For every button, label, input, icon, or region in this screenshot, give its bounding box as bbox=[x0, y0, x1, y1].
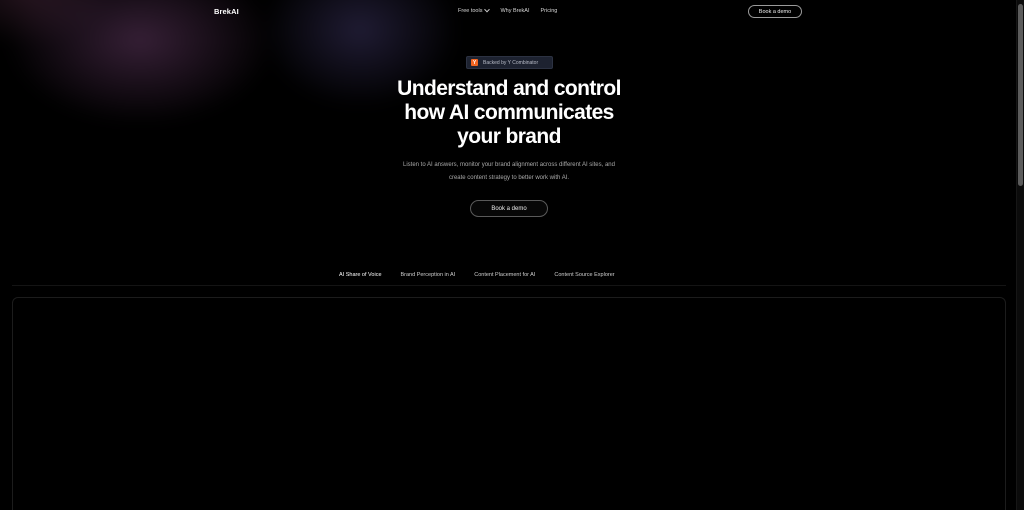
tab-ai-share-of-voice[interactable]: AI Share of Voice bbox=[333, 268, 388, 286]
chevron-down-icon bbox=[484, 6, 491, 13]
scrollbar-thumb[interactable] bbox=[1018, 4, 1023, 186]
tab-content-source-explorer[interactable]: Content Source Explorer bbox=[548, 268, 620, 285]
tabs-divider bbox=[12, 285, 1006, 286]
page: BrekAI Free tools Why BrekAI Pricing Boo… bbox=[0, 0, 1024, 510]
ycombinator-badge[interactable]: Y Backed by Y Combinator bbox=[466, 56, 553, 69]
vertical-scrollbar[interactable] bbox=[1016, 0, 1024, 510]
subtitle-line: create content strategy to better work w… bbox=[448, 175, 570, 181]
tab-brand-perception[interactable]: Brand Perception in AI bbox=[395, 268, 462, 285]
nav-item-pricing[interactable]: Pricing bbox=[541, 8, 558, 14]
nav-item-label: Free tools bbox=[458, 8, 483, 14]
badge-text: Backed by Y Combinator bbox=[483, 59, 539, 66]
hero-headline: Understand and control how AI communicat… bbox=[362, 77, 656, 149]
nav-book-demo-button[interactable]: Book a demo bbox=[748, 5, 802, 18]
nav-item-why-brekai[interactable]: Why BrekAI bbox=[500, 8, 529, 14]
tab-content-placement[interactable]: Content Placement for AI bbox=[468, 268, 541, 285]
nav-item-free-tools[interactable]: Free tools bbox=[458, 6, 491, 14]
nav-links: Free tools Why BrekAI Pricing bbox=[458, 6, 558, 14]
headline-line: how AI communicates bbox=[404, 101, 614, 124]
subtitle-line: Listen to AI answers, monitor your brand… bbox=[402, 162, 615, 168]
headline-line: your brand bbox=[457, 125, 561, 148]
nav-item-label: Pricing bbox=[540, 8, 558, 14]
brand-logo[interactable]: BrekAI bbox=[214, 7, 239, 16]
top-nav: BrekAI Free tools Why BrekAI Pricing Boo… bbox=[0, 0, 1016, 24]
hero-subtitle: Listen to AI answers, monitor your brand… bbox=[372, 159, 646, 185]
feature-panel bbox=[12, 297, 1006, 510]
headline-line: Understand and control bbox=[397, 77, 621, 100]
ycombinator-logo-icon: Y bbox=[471, 59, 478, 66]
hero-book-demo-button[interactable]: Book a demo bbox=[470, 200, 548, 217]
feature-tabs: AI Share of Voice Brand Perception in AI… bbox=[333, 268, 621, 286]
nav-item-label: Why BrekAI bbox=[500, 8, 530, 14]
